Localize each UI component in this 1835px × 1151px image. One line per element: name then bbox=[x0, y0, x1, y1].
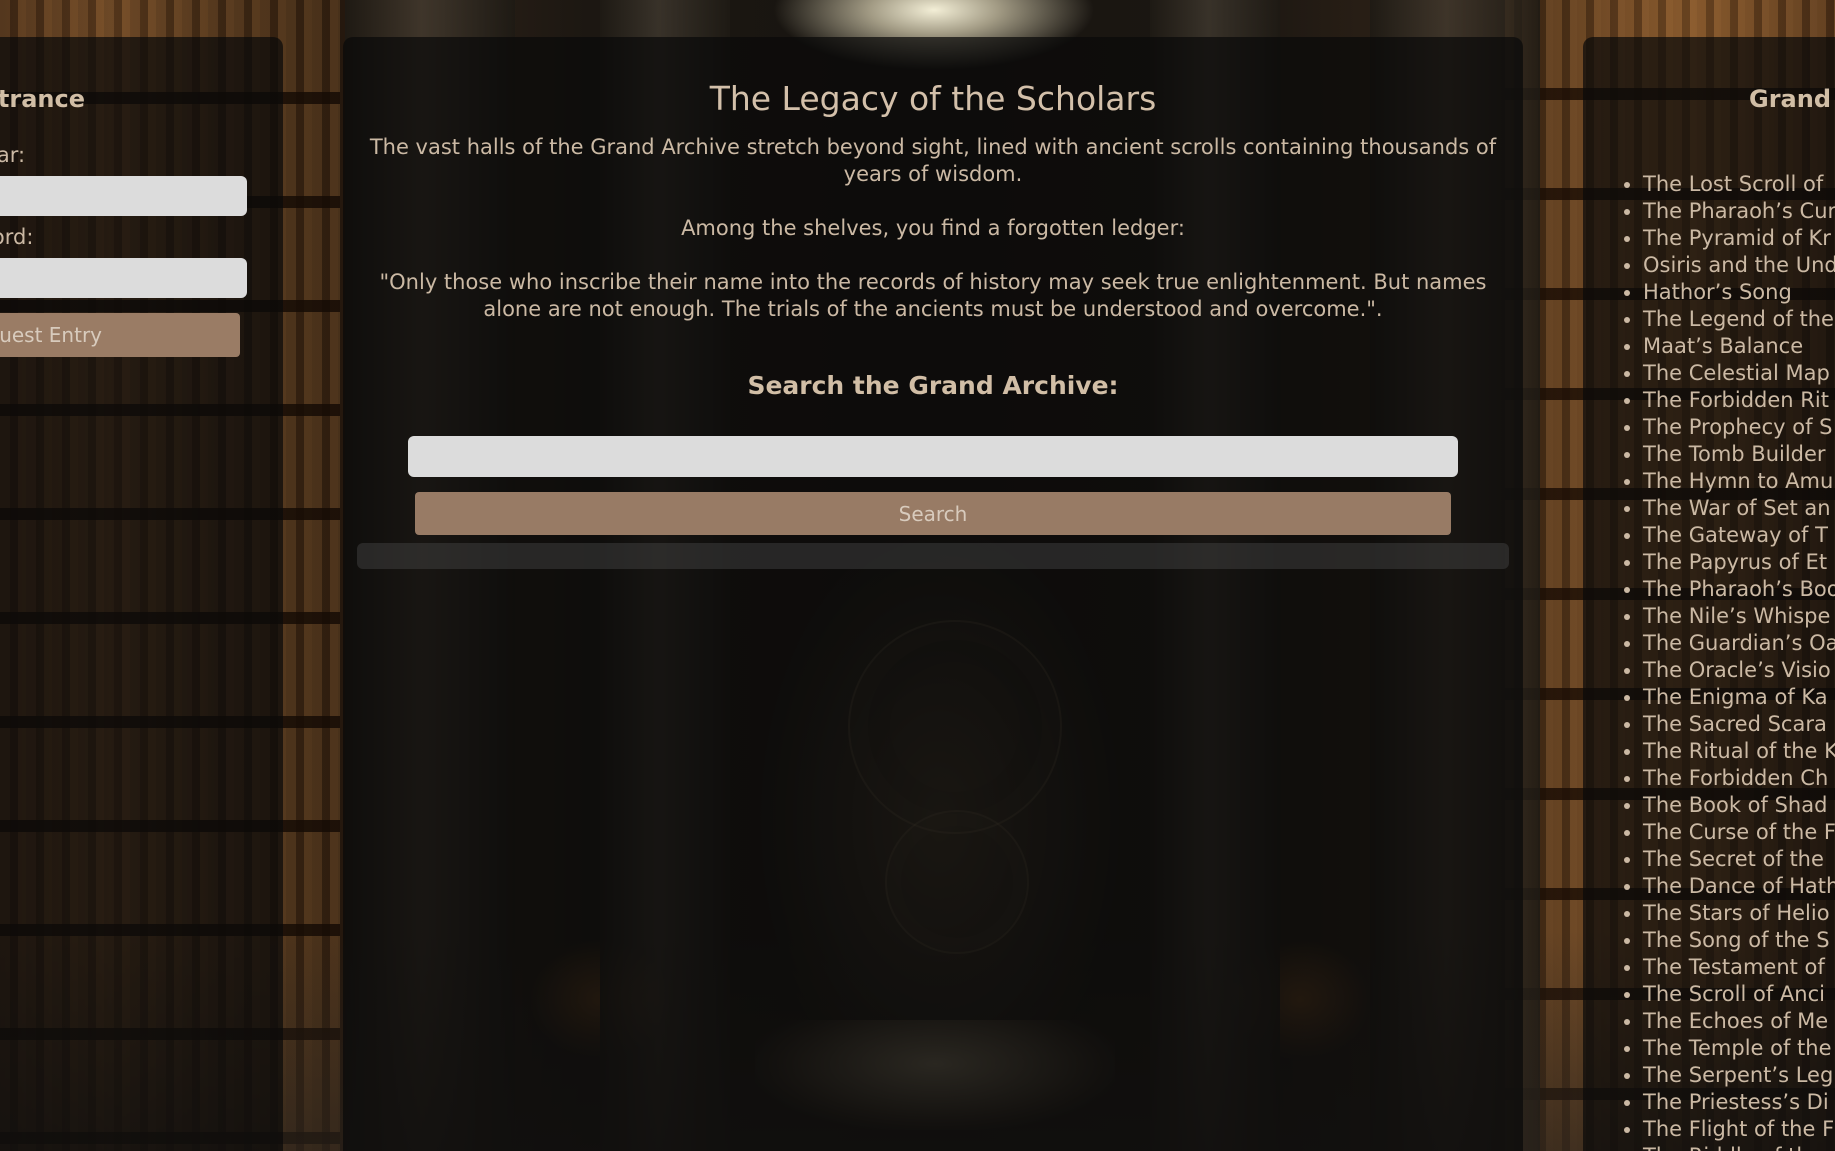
login-panel: ntrance Scholar: assword: uest Entry bbox=[0, 37, 283, 1151]
archive-list-title: Grand A bbox=[1749, 85, 1835, 113]
scroll-list-item[interactable]: The Echoes of Me bbox=[1643, 1008, 1835, 1035]
scroll-list-item[interactable]: The Guardian’s Oa bbox=[1643, 630, 1835, 657]
scroll-list-item[interactable]: The Curse of the F bbox=[1643, 819, 1835, 846]
search-input[interactable] bbox=[408, 436, 1458, 477]
password-input[interactable] bbox=[0, 258, 247, 298]
scroll-list-item[interactable]: The Ritual of the K bbox=[1643, 738, 1835, 765]
scroll-list-item[interactable]: The Gateway of T bbox=[1643, 522, 1835, 549]
scroll-list-item[interactable]: The Prophecy of S bbox=[1643, 414, 1835, 441]
archive-list-panel: Grand A The Lost Scroll ofThe Pharaoh’s … bbox=[1583, 37, 1835, 1151]
scroll-list: The Lost Scroll ofThe Pharaoh’s CurThe P… bbox=[1615, 171, 1835, 1151]
scroll-list-item[interactable]: Osiris and the Und bbox=[1643, 252, 1835, 279]
search-button[interactable]: Search bbox=[415, 492, 1451, 535]
scroll-list-item[interactable]: The Enigma of Ka bbox=[1643, 684, 1835, 711]
scroll-list-item[interactable]: The Celestial Map bbox=[1643, 360, 1835, 387]
scroll-list-item[interactable]: The Song of the S bbox=[1643, 927, 1835, 954]
scroll-list-item[interactable]: The Papyrus of Et bbox=[1643, 549, 1835, 576]
guest-entry-button[interactable]: uest Entry bbox=[0, 313, 240, 357]
scroll-list-item[interactable]: The Serpent’s Leg bbox=[1643, 1062, 1835, 1089]
password-label: assword: bbox=[0, 225, 34, 249]
quote-paragraph: "Only those who inscribe their name into… bbox=[379, 270, 1487, 321]
scroll-list-item[interactable]: The Pharaoh’s Cur bbox=[1643, 198, 1835, 225]
scroll-list-item[interactable]: The Pyramid of Kr bbox=[1643, 225, 1835, 252]
intro-paragraph: The vast halls of the Grand Archive stre… bbox=[369, 135, 1497, 186]
scroll-list-item[interactable]: The Dance of Hath bbox=[1643, 873, 1835, 900]
scroll-list-item[interactable]: The Hymn to Amu bbox=[1643, 468, 1835, 495]
scholar-input[interactable] bbox=[0, 176, 247, 216]
scholar-label: Scholar: bbox=[0, 143, 26, 167]
scroll-list-item[interactable]: The Sacred Scara bbox=[1643, 711, 1835, 738]
search-results-area bbox=[357, 543, 1509, 569]
scroll-list-item[interactable]: The Flight of the F bbox=[1643, 1116, 1835, 1143]
scroll-list-item[interactable]: The War of Set an bbox=[1643, 495, 1835, 522]
scroll-list-item[interactable]: Maat’s Balance bbox=[1643, 333, 1835, 360]
scroll-list-item[interactable]: The Pharaoh’s Boo bbox=[1643, 576, 1835, 603]
scroll-list-item[interactable]: The Riddle of the bbox=[1643, 1143, 1835, 1151]
scroll-list-item[interactable]: The Legend of the bbox=[1643, 306, 1835, 333]
scroll-list-item[interactable]: The Secret of the bbox=[1643, 846, 1835, 873]
scroll-list-item[interactable]: The Scroll of Anci bbox=[1643, 981, 1835, 1008]
scroll-list-item[interactable]: The Temple of the bbox=[1643, 1035, 1835, 1062]
scroll-list-item[interactable]: The Lost Scroll of bbox=[1643, 171, 1835, 198]
scroll-list-item[interactable]: The Testament of bbox=[1643, 954, 1835, 981]
scroll-list-item[interactable]: The Oracle’s Visio bbox=[1643, 657, 1835, 684]
scroll-list-item[interactable]: The Tomb Builder bbox=[1643, 441, 1835, 468]
scroll-list-item[interactable]: The Priestess’s Di bbox=[1643, 1089, 1835, 1116]
search-heading: Search the Grand Archive: bbox=[747, 371, 1119, 400]
scroll-list-item[interactable]: Hathor’s Song bbox=[1643, 279, 1835, 306]
ledger-paragraph: Among the shelves, you find a forgotten … bbox=[681, 216, 1185, 240]
scroll-list-item[interactable]: The Forbidden Ch bbox=[1643, 765, 1835, 792]
scroll-list-item[interactable]: The Stars of Helio bbox=[1643, 900, 1835, 927]
page-title: The Legacy of the Scholars bbox=[709, 79, 1157, 118]
main-panel: The Legacy of the Scholars The vast hall… bbox=[343, 37, 1523, 1151]
login-title: ntrance bbox=[0, 85, 85, 113]
scroll-list-item[interactable]: The Book of Shad bbox=[1643, 792, 1835, 819]
scroll-list-item[interactable]: The Nile’s Whispe bbox=[1643, 603, 1835, 630]
scroll-list-item[interactable]: The Forbidden Rit bbox=[1643, 387, 1835, 414]
